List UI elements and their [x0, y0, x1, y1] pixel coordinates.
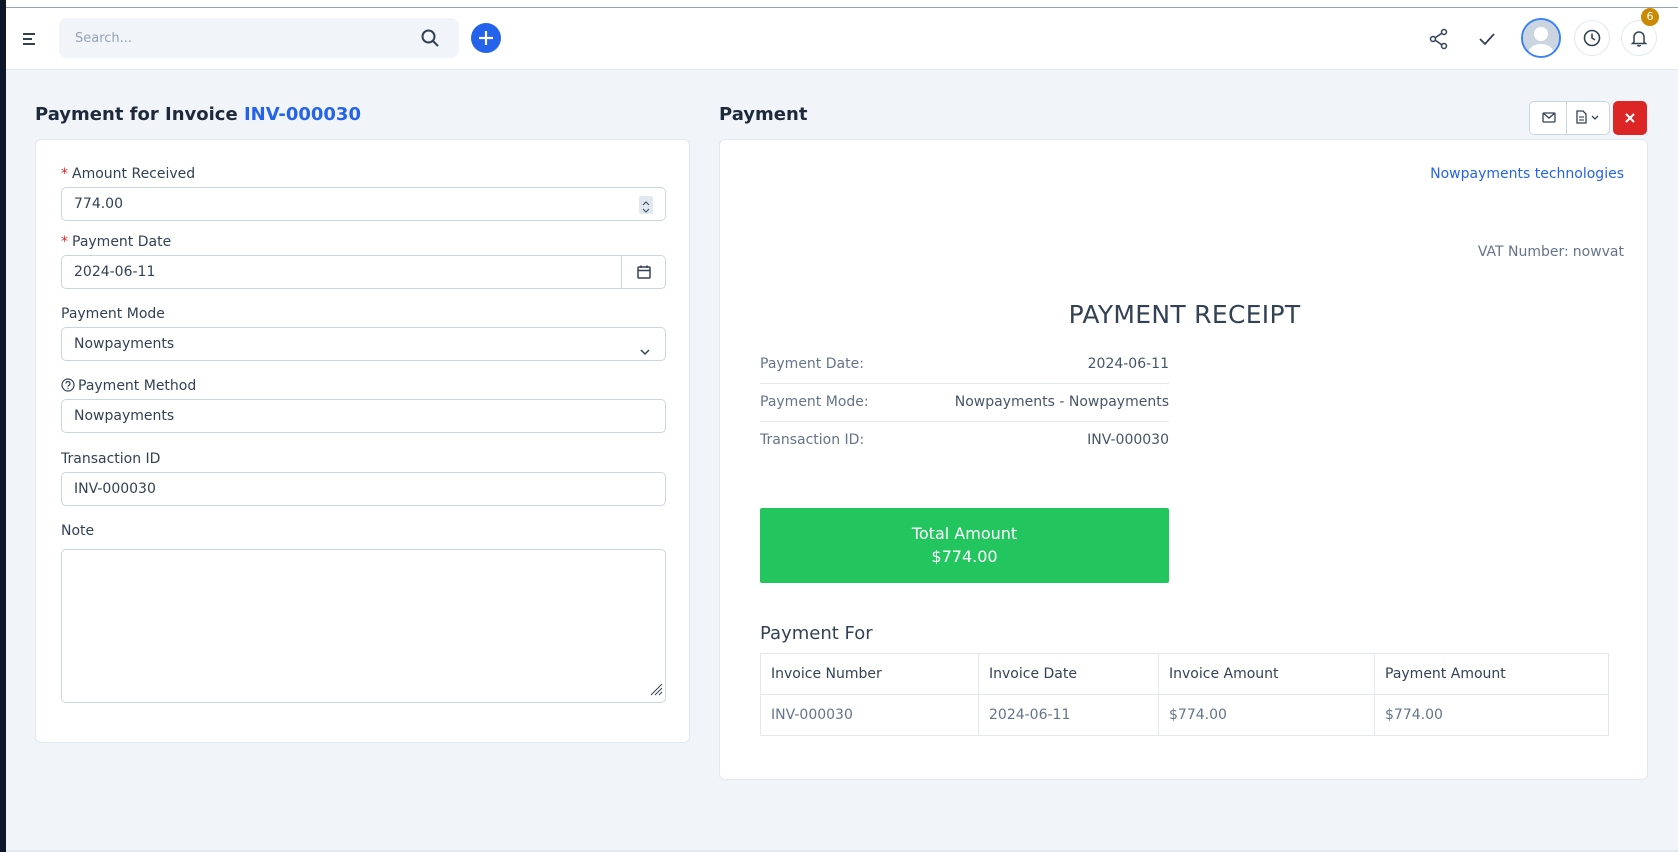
vat-number: VAT Number: nowvat [1477, 244, 1624, 260]
payment-for-heading: Payment For [760, 623, 873, 644]
avatar[interactable] [1521, 18, 1561, 58]
title-prefix: Payment for Invoice [35, 104, 238, 125]
number-spinner-icon[interactable] [639, 196, 653, 214]
payment-for-table: Invoice Number Invoice Date Invoice Amou… [760, 653, 1609, 736]
receipt-heading: PAYMENT RECEIPT [1068, 300, 1301, 329]
column-header: Invoice Amount [1158, 653, 1375, 695]
search-icon[interactable] [421, 29, 439, 47]
user-avatar-icon [1523, 20, 1559, 56]
note-textarea[interactable] [61, 549, 666, 703]
transaction-id-label: Transaction ID [61, 451, 161, 467]
calendar-icon [637, 265, 651, 279]
column-header: Invoice Number [760, 653, 979, 695]
table-row: INV-000030 2024-06-11 $774.00 $774.00 [760, 694, 1609, 736]
total-amount-value: $774.00 [931, 547, 998, 566]
help-icon[interactable] [61, 378, 75, 396]
receipt-panel-title: Payment [719, 104, 808, 125]
table-cell: $774.00 [1158, 694, 1375, 736]
info-row-transaction-id: Transaction ID: INV-000030 [760, 432, 1169, 448]
amount-label: * Amount Received [61, 166, 196, 182]
column-header: Invoice Date [978, 653, 1159, 695]
quick-create-button[interactable] [471, 23, 501, 53]
table-header-row: Invoice Number Invoice Date Invoice Amou… [760, 653, 1609, 695]
bell-icon [1630, 31, 1648, 47]
invoice-link[interactable]: INV-000030 [244, 104, 361, 125]
notification-badge: 6 [1641, 8, 1659, 26]
close-icon [1625, 113, 1635, 123]
check-icon[interactable] [1476, 28, 1498, 50]
payment-method-field[interactable]: Nowpayments [61, 399, 666, 433]
page-title: Payment for Invoice INV-000030 [35, 104, 361, 125]
send-email-button[interactable] [1529, 101, 1567, 135]
search-box [59, 18, 459, 58]
close-button[interactable] [1613, 101, 1647, 135]
info-row-payment-date: Payment Date: 2024-06-11 [760, 346, 1169, 384]
payment-method-label: Payment Method [61, 378, 196, 396]
top-navbar [6, 8, 1678, 70]
plus-icon [479, 31, 493, 45]
payment-form-card: * Amount Received 774.00 * Payment Date 20… [35, 139, 690, 743]
amount-field[interactable]: 774.00 [61, 187, 666, 221]
share-icon[interactable] [1428, 28, 1450, 50]
table-cell: $774.00 [1374, 694, 1609, 736]
column-header: Payment Amount [1374, 653, 1609, 695]
info-row-payment-mode: Payment Mode: Nowpayments - Nowpayments [760, 384, 1169, 422]
table-cell: INV-000030 [760, 694, 979, 736]
resize-handle-icon[interactable] [649, 681, 663, 700]
total-amount-label: Total Amount [911, 524, 1018, 543]
chevron-down-icon [639, 338, 651, 370]
date-picker-button[interactable] [621, 256, 665, 288]
menu-toggle-icon[interactable] [20, 29, 40, 49]
file-pdf-icon [1576, 110, 1599, 124]
note-label: Note [61, 523, 95, 539]
company-name-link[interactable]: Nowpayments technologies [1430, 166, 1624, 182]
left-edge-strip [0, 0, 6, 852]
payment-receipt-card: Nowpayments technologies VAT Number: nowv… [719, 139, 1648, 780]
payment-date-label: * Payment Date [61, 234, 172, 250]
payment-date-field[interactable]: 2024-06-11 [61, 255, 666, 289]
total-amount-box: Total Amount $774.00 [760, 508, 1169, 583]
search-input[interactable] [59, 18, 419, 58]
payment-mode-label: Payment Mode [61, 306, 165, 322]
payment-mode-select[interactable]: Nowpayments [61, 327, 666, 361]
mail-icon [1542, 112, 1556, 123]
browser-top-line [0, 0, 1678, 8]
timesheet-button[interactable] [1574, 20, 1610, 56]
transaction-id-field[interactable]: INV-000030 [61, 472, 666, 506]
table-cell: 2024-06-11 [978, 694, 1159, 736]
clock-icon [1583, 29, 1601, 47]
pdf-dropdown-button[interactable] [1566, 101, 1610, 135]
